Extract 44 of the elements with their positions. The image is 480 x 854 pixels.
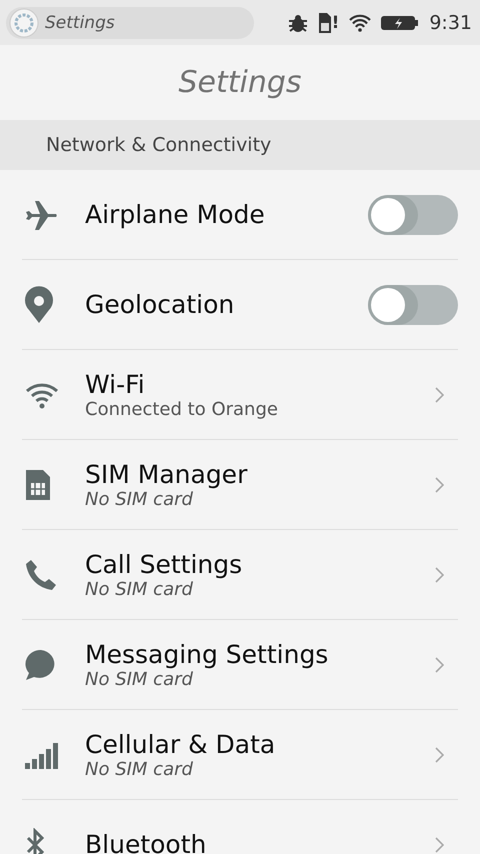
item-subtitle: No SIM card [85,578,194,600]
item-label: Cellular & Data [85,730,276,758]
item-subtitle: No SIM card [85,668,194,690]
gear-icon [9,8,39,38]
phone-icon [24,558,58,592]
item-label: Wi-Fi [85,370,146,398]
wifi-icon [349,14,372,32]
toggle-switch[interactable] [368,194,458,234]
sim-card-icon [24,468,52,502]
item-label: Call Settings [85,550,244,578]
chevron-right-icon [435,836,444,852]
chevron-right-icon [435,566,444,582]
settings-item[interactable]: Geolocation [22,260,458,350]
settings-item[interactable]: Messaging Settings No SIM card [22,620,458,710]
chevron-right-icon [435,476,444,492]
sim-icon [318,12,331,32]
bug-icon [286,12,309,32]
app-title: Settings [45,12,115,32]
item-subtitle: Connected to Orange [85,398,279,420]
settings-item[interactable]: Bluetooth [22,800,458,854]
item-label: Bluetooth [85,830,208,854]
location-pin-icon [24,286,54,324]
clock-time: 9:31 [429,12,472,34]
app-title-bar[interactable]: Settings [6,6,254,38]
sim-status-label: ! [332,12,340,32]
item-subtitle: No SIM card [85,488,194,510]
item-label: Airplane Mode [85,200,266,229]
chevron-right-icon [435,746,444,762]
item-subtitle: No SIM card [85,758,194,780]
chevron-right-icon [435,386,444,402]
item-label: SIM Manager [85,460,248,488]
settings-item[interactable]: Wi-Fi Connected to Orange [22,350,458,440]
battery-charging-icon [381,14,420,30]
page-title: Settings [178,65,302,100]
toggle-switch[interactable] [368,284,458,324]
item-label: Geolocation [85,290,236,319]
section-header: Network & Connectivity [46,134,272,156]
wifi-icon [24,380,60,408]
item-label: Messaging Settings [85,640,330,668]
settings-item[interactable]: Airplane Mode [22,170,458,260]
settings-item[interactable]: Cellular & Data No SIM card [22,710,458,800]
settings-item[interactable]: SIM Manager No SIM card [22,440,458,530]
settings-item[interactable]: Call Settings No SIM card [22,530,458,620]
chevron-right-icon [435,656,444,672]
